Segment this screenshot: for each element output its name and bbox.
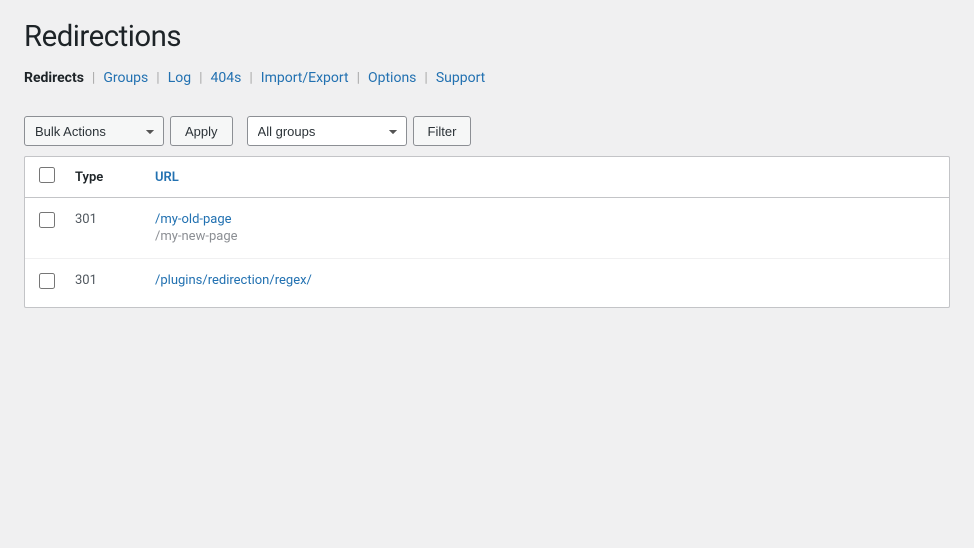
url-primary-link[interactable]: /my-old-page bbox=[155, 212, 937, 227]
toolbar: Bulk Actions Apply All groups Default Gr… bbox=[24, 106, 950, 156]
nav-separator: | bbox=[199, 70, 202, 86]
select-all-header[interactable] bbox=[25, 157, 63, 198]
apply-button[interactable]: Apply bbox=[170, 116, 233, 146]
nav-tab[interactable]: 404s bbox=[211, 70, 242, 86]
nav-tab-active: Redirects bbox=[24, 70, 84, 86]
redirects-table: Type URL 301 /my-old-page /my-new-page bbox=[25, 157, 949, 307]
url-secondary: /my-new-page bbox=[155, 229, 937, 244]
nav-tab[interactable]: Log bbox=[168, 70, 191, 86]
row-checkbox[interactable] bbox=[39, 212, 55, 228]
type-cell: 301 bbox=[63, 259, 143, 308]
url-column-header: URL bbox=[143, 157, 949, 198]
page-title: Redirections bbox=[24, 20, 950, 54]
row-checkbox-cell[interactable] bbox=[25, 198, 63, 259]
nav-separator: | bbox=[156, 70, 159, 86]
table-row: 301 /my-old-page /my-new-page bbox=[25, 198, 949, 259]
row-checkbox-cell[interactable] bbox=[25, 259, 63, 308]
nav-tab[interactable]: Options bbox=[368, 70, 416, 86]
nav-tab[interactable]: Support bbox=[436, 70, 485, 86]
url-primary-link[interactable]: /plugins/redirection/regex/ bbox=[155, 273, 937, 288]
table-row: 301 /plugins/redirection/regex/ bbox=[25, 259, 949, 308]
nav-tabs: Redirects | Groups | Log | 404s | Import… bbox=[24, 70, 950, 86]
type-cell: 301 bbox=[63, 198, 143, 259]
url-cell: /my-old-page /my-new-page bbox=[143, 198, 949, 259]
row-checkbox[interactable] bbox=[39, 273, 55, 289]
bulk-actions-select[interactable]: Bulk Actions bbox=[24, 116, 164, 146]
filter-button[interactable]: Filter bbox=[413, 116, 472, 146]
nav-tab[interactable]: Groups bbox=[103, 70, 148, 86]
nav-separator: | bbox=[424, 70, 427, 86]
select-all-checkbox[interactable] bbox=[39, 167, 55, 183]
groups-select[interactable]: All groups Default Group bbox=[247, 116, 407, 146]
nav-separator: | bbox=[249, 70, 252, 86]
nav-separator: | bbox=[92, 70, 95, 86]
redirects-table-wrap: Type URL 301 /my-old-page /my-new-page bbox=[24, 156, 950, 308]
nav-separator: | bbox=[357, 70, 360, 86]
type-column-header: Type bbox=[63, 157, 143, 198]
nav-tab[interactable]: Import/Export bbox=[261, 70, 349, 86]
table-header-row: Type URL bbox=[25, 157, 949, 198]
url-cell: /plugins/redirection/regex/ bbox=[143, 259, 949, 308]
